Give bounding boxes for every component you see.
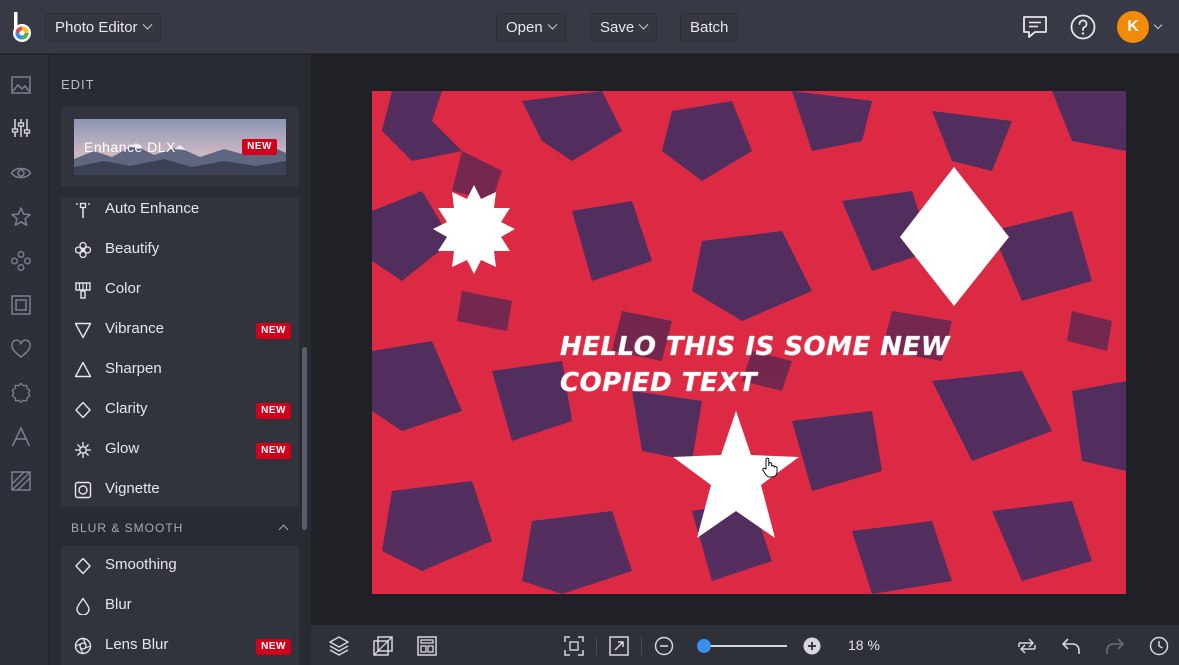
chevron-down-icon [638,19,649,30]
crop-fit-icon[interactable] [372,635,394,657]
magic-wand-icon [76,202,90,218]
tool-label: Smoothing [105,556,177,573]
befunky-logo-icon[interactable] [8,12,36,44]
fit-to-screen-icon[interactable] [563,635,585,657]
edit-tool-list: Auto Enhance Beautify Color Vibrance NEW… [61,197,299,507]
new-badge: NEW [256,443,291,459]
new-badge: NEW [256,403,291,419]
separator [641,637,642,655]
blur-tool-list: Smoothing Blur Lens Blur NEW [61,546,299,665]
app: Photo Editor Open Save Batch K EDIT Enha… [0,0,1179,665]
panel-title: EDIT [61,77,95,92]
tool-smoothing[interactable]: Smoothing [61,546,299,586]
chevron-up-icon [278,524,289,535]
save-button[interactable]: Save [590,13,658,42]
separator [596,637,597,655]
open-button[interactable]: Open [496,13,566,42]
tool-label: Auto Enhance [105,200,200,217]
shapes-icon[interactable] [10,250,32,272]
user-avatar[interactable]: K [1117,11,1149,43]
texture-icon[interactable] [10,470,32,492]
image-icon[interactable] [10,74,32,96]
tool-label: Glow [105,440,140,457]
tool-label: Beautify [105,240,160,257]
chevron-down-icon [547,19,558,30]
panel-scrollbar[interactable] [302,347,307,530]
tool-beautify[interactable]: Beautify [61,230,299,270]
chevron-down-icon [142,19,153,30]
zoom-slider-handle[interactable] [697,639,712,653]
canvas-area: HELLO THIS IS SOME NEW COPIED TEXT [311,55,1179,625]
actual-size-icon[interactable] [608,635,630,657]
tool-label: Blur [105,596,132,613]
tool-label: Vibrance [105,320,164,337]
blur-smooth-section-header[interactable]: BLUR & SMOOTH [61,516,299,540]
new-badge: NEW [256,639,291,655]
tool-lens-blur[interactable]: Lens Blur NEW [61,626,299,665]
tool-label: Lens Blur [105,636,169,653]
zoom-in-icon[interactable] [801,635,823,657]
section-title: BLUR & SMOOTH [71,521,184,535]
flower-icon [74,241,92,259]
edit-panel: EDIT Enhance DLX NEW Auto Enhance Beauti… [49,55,311,665]
redo-icon[interactable] [1104,635,1126,657]
undo-icon[interactable] [1060,635,1082,657]
triangle-down-icon [74,322,92,339]
tool-label: Vignette [105,480,160,497]
save-label: Save [600,19,635,36]
comment-icon[interactable] [1021,13,1049,41]
tool-label: Sharpen [105,360,162,377]
photo-canvas[interactable]: HELLO THIS IS SOME NEW COPIED TEXT [372,91,1126,594]
chevron-down-icon[interactable] [1153,20,1163,30]
new-badge: NEW [256,323,291,339]
layers-icon[interactable] [328,635,350,657]
heart-icon[interactable] [10,338,32,360]
badge-icon[interactable] [10,382,32,404]
tool-clarity[interactable]: Clarity NEW [61,390,299,430]
enhance-preview-image: Enhance DLX NEW [74,119,286,175]
top-bar: Photo Editor Open Save Batch K [0,0,1179,54]
batch-label: Batch [690,19,729,36]
diamond-icon [75,557,91,575]
tool-label: Clarity [105,400,148,417]
triangle-up-icon [74,361,92,378]
tool-sharpen[interactable]: Sharpen [61,350,299,390]
text-icon[interactable] [10,426,32,448]
layout-icon[interactable] [416,635,438,657]
sparkle-icon [75,442,91,458]
tool-vignette[interactable]: Vignette [61,470,299,507]
diamond-icon [75,401,91,419]
frame-icon[interactable] [10,294,32,316]
swap-icon[interactable] [1016,635,1038,657]
vignette-icon [74,481,92,499]
star-icon[interactable] [10,206,32,228]
zoom-level[interactable]: 18 % [848,637,880,653]
history-icon[interactable] [1148,635,1170,657]
tool-auto-enhance[interactable]: Auto Enhance [61,197,299,230]
bottom-toolbar: 18 % [311,625,1179,665]
eye-icon[interactable] [10,162,32,184]
zoom-out-icon[interactable] [653,635,675,657]
enhance-dlx-label: Enhance DLX [84,139,176,155]
tool-color[interactable]: Color [61,270,299,310]
open-label: Open [506,19,543,36]
app-mode-dropdown[interactable]: Photo Editor [45,13,161,42]
aperture-icon [74,637,92,655]
tool-label: Color [105,280,141,297]
paint-icon [75,282,91,299]
help-icon[interactable] [1069,13,1097,41]
sliders-icon[interactable] [10,117,32,139]
batch-button[interactable]: Batch [680,13,739,42]
enhance-dlx-card[interactable]: Enhance DLX NEW [61,107,299,187]
drop-icon [76,597,90,615]
app-mode-label: Photo Editor [55,19,138,36]
tool-vibrance[interactable]: Vibrance NEW [61,310,299,350]
canvas-text-layer[interactable]: HELLO THIS IS SOME NEW COPIED TEXT [560,329,1060,401]
tool-blur[interactable]: Blur [61,586,299,626]
tool-glow[interactable]: Glow NEW [61,430,299,470]
tool-rail [0,55,49,665]
new-badge: NEW [242,139,277,155]
